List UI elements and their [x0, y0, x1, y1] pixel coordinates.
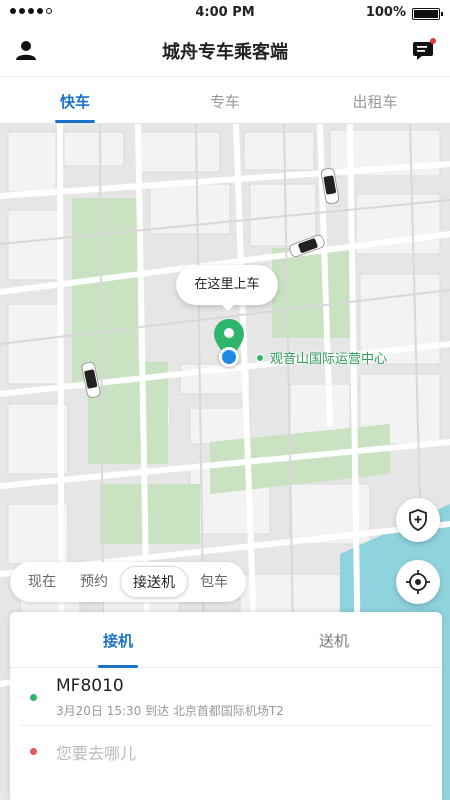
- mode-charter[interactable]: 包车: [188, 566, 240, 598]
- flight-row[interactable]: MF8010 3月20日 15:30 到达 北京首都国际机场T2: [20, 668, 432, 726]
- message-badge: [430, 38, 436, 44]
- app-header: 城舟专车乘客端: [0, 26, 450, 76]
- airport-tabs: 接机 送机: [10, 612, 442, 668]
- status-bar: 4:00 PM 100%: [0, 0, 450, 26]
- locate-me-button[interactable]: [396, 560, 440, 604]
- mode-reserve[interactable]: 预约: [68, 566, 120, 598]
- airport-transfer-card: 接机 送机 MF8010 3月20日 15:30 到达 北京首都国际机场T2 您…: [10, 612, 442, 800]
- tab-taxi[interactable]: 出租车: [300, 77, 450, 123]
- safety-button[interactable]: [396, 498, 440, 542]
- tab-express[interactable]: 快车: [0, 77, 150, 123]
- poi-dot: [256, 353, 264, 362]
- mode-now[interactable]: 现在: [16, 566, 68, 598]
- tab-dropoff[interactable]: 送机: [226, 612, 442, 667]
- flight-info: 3月20日 15:30 到达 北京首都国际机场T2: [56, 704, 284, 718]
- page-title: 城舟专车乘客端: [162, 42, 288, 63]
- shield-plus-icon: [409, 509, 427, 531]
- origin-dot: [30, 694, 37, 701]
- flight-number: MF8010: [56, 676, 124, 696]
- mode-airport[interactable]: 接送机: [120, 566, 188, 598]
- destination-dot: [30, 748, 37, 755]
- service-tabs: 快车 专车 出租车: [0, 76, 450, 124]
- battery-icon: [412, 8, 443, 20]
- poi-label: 观音山国际运营中心: [270, 352, 388, 367]
- destination-input[interactable]: 您要去哪儿: [20, 726, 432, 774]
- ride-mode-selector: 现在 预约 接送机 包车: [10, 562, 246, 602]
- current-location-dot: [219, 347, 239, 367]
- poi-marker[interactable]: 观音山国际运营中心: [256, 348, 387, 367]
- crosshair-icon: [406, 570, 430, 594]
- battery-percent: 100%: [365, 5, 406, 20]
- destination-placeholder: 您要去哪儿: [56, 744, 137, 763]
- message-icon[interactable]: [412, 38, 436, 62]
- pickup-hint-bubble[interactable]: 在这里上车: [176, 265, 278, 311]
- tab-pickup[interactable]: 接机: [10, 612, 226, 668]
- tab-premium[interactable]: 专车: [150, 77, 300, 123]
